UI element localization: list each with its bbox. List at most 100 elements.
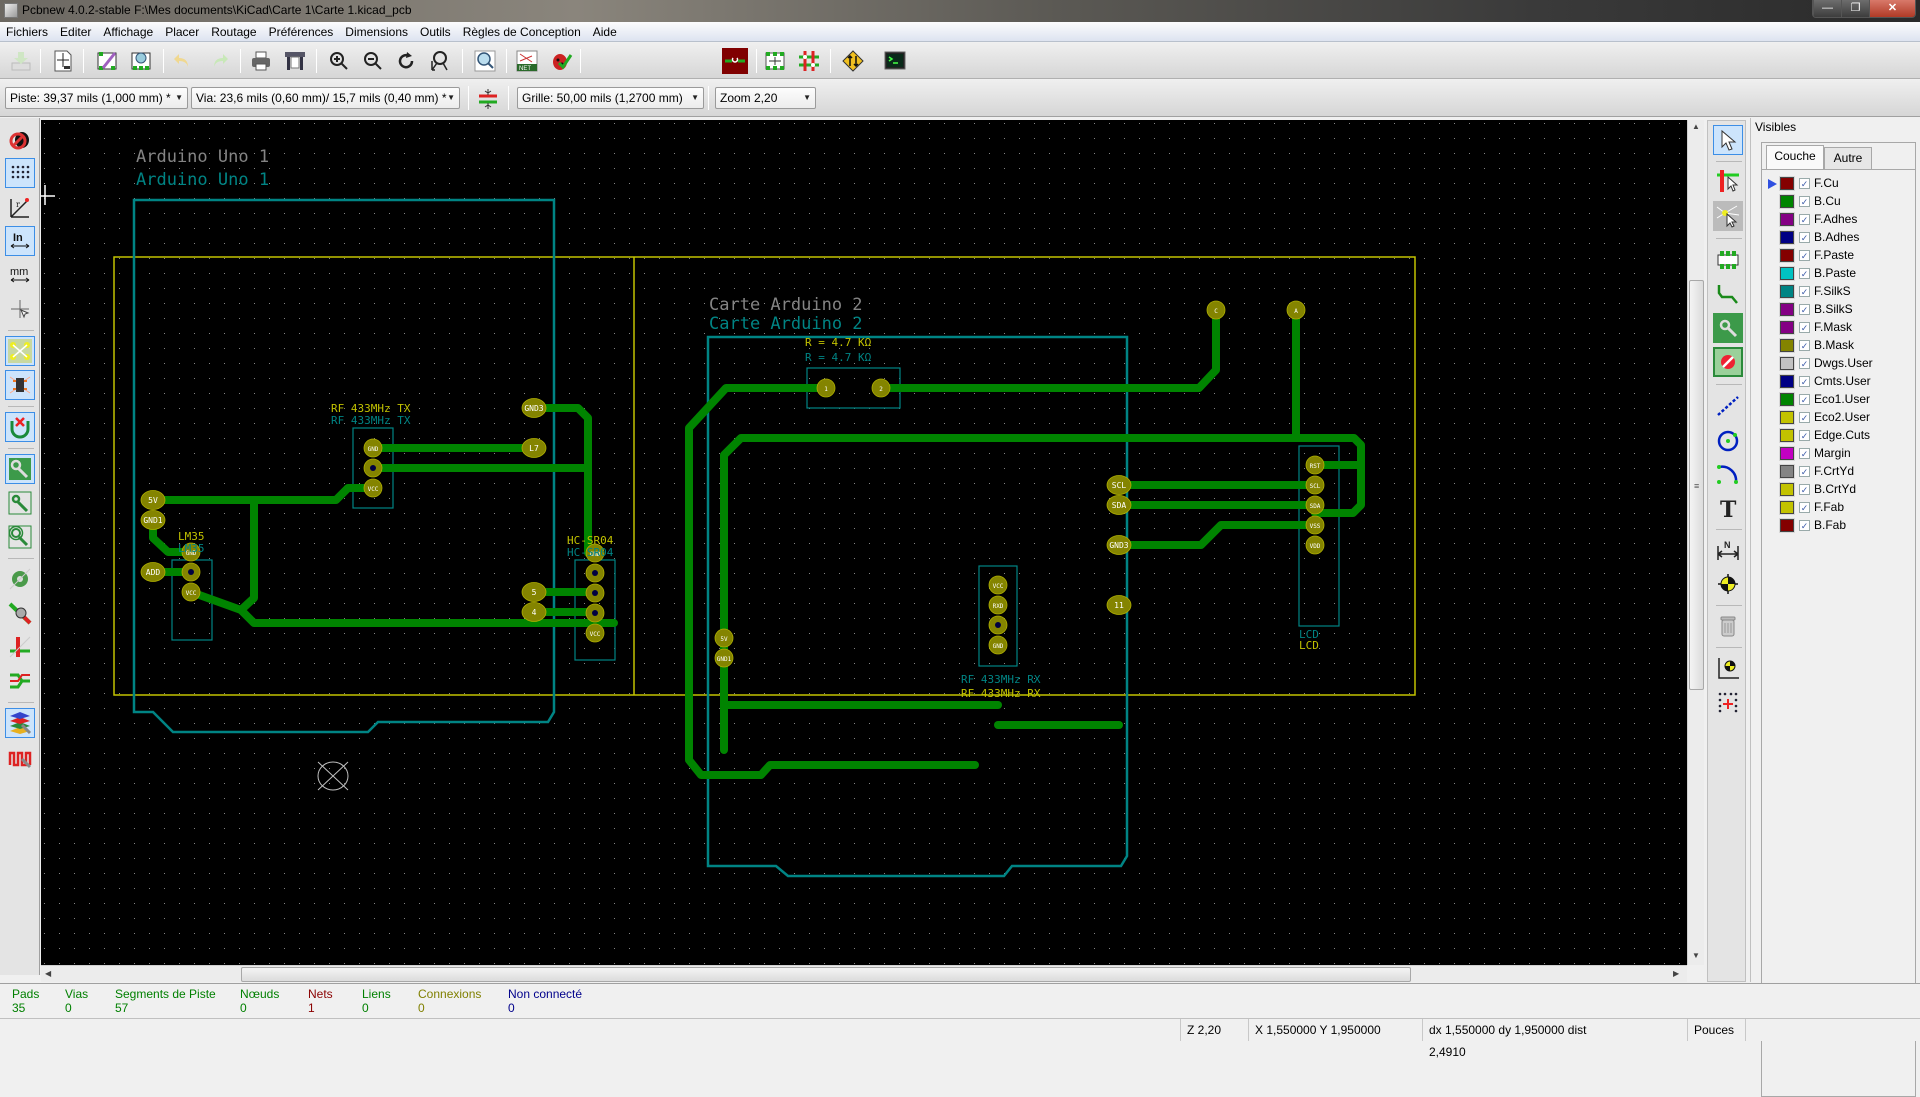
- pad[interactable]: [585, 583, 605, 603]
- layer-row-b-mask[interactable]: ✓ B.Mask: [1768, 336, 1854, 354]
- pad[interactable]: [988, 615, 1008, 635]
- pad[interactable]: 2: [871, 378, 891, 398]
- highlight-net-icon[interactable]: [1713, 166, 1743, 196]
- layer-row-f-crtyd[interactable]: ✓ F.CrtYd: [1768, 462, 1854, 480]
- zoom-fit-icon[interactable]: [427, 48, 453, 74]
- pad[interactable]: SCL: [1305, 475, 1325, 495]
- pad[interactable]: 4: [521, 602, 547, 622]
- plot-icon[interactable]: [282, 48, 308, 74]
- high-contrast-icon[interactable]: [5, 666, 35, 696]
- auto-delete-track-icon[interactable]: [5, 412, 35, 442]
- units-mm-icon[interactable]: mm: [5, 260, 35, 290]
- menu-preferences[interactable]: Préférences: [263, 22, 340, 41]
- pad[interactable]: [181, 562, 201, 582]
- zoom-in-icon[interactable]: [326, 48, 352, 74]
- pad[interactable]: SDA: [1305, 495, 1325, 515]
- add-zone-icon[interactable]: [1713, 313, 1743, 343]
- add-arc-icon[interactable]: [1713, 459, 1743, 489]
- layer-visibility-checkbox[interactable]: ✓: [1799, 393, 1810, 405]
- layer-color-swatch[interactable]: [1780, 302, 1794, 316]
- pad[interactable]: VCC: [181, 582, 201, 602]
- layer-visibility-checkbox[interactable]: ✓: [1799, 339, 1810, 351]
- layer-color-swatch[interactable]: [1780, 266, 1794, 280]
- layer-color-swatch[interactable]: [1780, 446, 1794, 460]
- layer-row-f-cu[interactable]: ✓ F.Cu: [1768, 174, 1839, 192]
- units-inch-icon[interactable]: In: [5, 226, 35, 256]
- layer-visibility-checkbox[interactable]: ✓: [1799, 249, 1810, 261]
- pad[interactable]: VSS: [1305, 515, 1325, 535]
- grid-origin-icon[interactable]: [1713, 687, 1743, 717]
- polar-coords-icon[interactable]: r: [5, 192, 35, 222]
- pcb-canvas[interactable]: 5V GND1 ADD GND VCC GND3 L7 GND VCC 5 4 GND VCC 1 2 5V G…: [41, 120, 1687, 965]
- pad[interactable]: [363, 458, 383, 478]
- add-text-icon[interactable]: T: [1713, 493, 1743, 523]
- layer-visibility-checkbox[interactable]: ✓: [1799, 231, 1810, 243]
- select-arrow-icon[interactable]: [1713, 125, 1743, 155]
- pad[interactable]: GND1: [140, 510, 166, 530]
- add-target-icon[interactable]: [1713, 569, 1743, 599]
- layer-color-swatch[interactable]: [1780, 356, 1794, 370]
- add-line-icon[interactable]: [1713, 391, 1743, 421]
- layer-row-b-cu[interactable]: ✓ B.Cu: [1768, 192, 1841, 210]
- redraw-icon[interactable]: [393, 48, 419, 74]
- pad[interactable]: [585, 603, 605, 623]
- menu-placer[interactable]: Placer: [159, 22, 205, 41]
- pad[interactable]: RXD: [988, 595, 1008, 615]
- pad[interactable]: [585, 563, 605, 583]
- pad-sketch-icon[interactable]: [5, 564, 35, 594]
- layer-visibility-checkbox[interactable]: ✓: [1799, 375, 1810, 387]
- freeroute-icon[interactable]: [840, 48, 866, 74]
- pad[interactable]: VCC: [988, 575, 1008, 595]
- horizontal-scrollbar[interactable]: ◀ ▶: [41, 965, 1687, 982]
- layer-visibility-checkbox[interactable]: ✓: [1799, 267, 1810, 279]
- print-icon[interactable]: [248, 48, 274, 74]
- layer-visibility-checkbox[interactable]: ✓: [1799, 177, 1810, 189]
- layer-row-b-adhes[interactable]: ✓ B.Adhes: [1768, 228, 1859, 246]
- add-dimension-icon[interactable]: N: [1713, 535, 1743, 565]
- ratsnest-icon[interactable]: [5, 336, 35, 366]
- pad[interactable]: GND1: [714, 648, 734, 668]
- layer-color-swatch[interactable]: [1780, 482, 1794, 496]
- scroll-up-icon[interactable]: ▲: [1692, 122, 1700, 131]
- close-button[interactable]: ✕: [1869, 0, 1915, 17]
- menu-routage[interactable]: Routage: [205, 22, 262, 41]
- layer-visibility-checkbox[interactable]: ✓: [1799, 429, 1810, 441]
- menu-regles-conception[interactable]: Règles de Conception: [457, 22, 587, 41]
- layer-row-b-silks[interactable]: ✓ B.SilkS: [1768, 300, 1853, 318]
- layer-visibility-checkbox[interactable]: ✓: [1799, 213, 1810, 225]
- local-ratsnest-icon[interactable]: [1713, 201, 1743, 231]
- pad[interactable]: GND3: [1106, 535, 1132, 555]
- drc-icon[interactable]: [548, 48, 574, 74]
- pad[interactable]: A: [1286, 300, 1306, 320]
- pad[interactable]: GND: [988, 635, 1008, 655]
- microwave-toolbar-icon[interactable]: [5, 742, 35, 772]
- layer-color-swatch[interactable]: [1780, 248, 1794, 262]
- zone-fill-icon[interactable]: [5, 454, 35, 484]
- module-ratsnest-icon[interactable]: [5, 370, 35, 400]
- page-settings-icon[interactable]: [50, 48, 76, 74]
- pad[interactable]: RST: [1305, 455, 1325, 475]
- grid-toggle-icon[interactable]: [5, 158, 35, 188]
- pad[interactable]: 11: [1106, 595, 1132, 615]
- layer-color-swatch[interactable]: [1780, 320, 1794, 334]
- layer-visibility-checkbox[interactable]: ✓: [1799, 465, 1810, 477]
- layer-visibility-checkbox[interactable]: ✓: [1799, 303, 1810, 315]
- netlist-icon[interactable]: NET: [514, 48, 540, 74]
- auto-track-width-icon[interactable]: [475, 86, 501, 112]
- layer-color-swatch[interactable]: [1780, 194, 1794, 208]
- menu-fichiers[interactable]: Fichiers: [0, 22, 54, 41]
- layer-visibility-checkbox[interactable]: ✓: [1799, 483, 1810, 495]
- delete-icon[interactable]: [1713, 611, 1743, 641]
- tab-autre[interactable]: Autre: [1824, 147, 1872, 169]
- pad[interactable]: GND: [363, 438, 383, 458]
- vertical-scroll-thumb[interactable]: ≡: [1689, 280, 1704, 690]
- grid-select[interactable]: Grille: 50,00 mils (1,2700 mm) ▼: [517, 87, 704, 109]
- layer-color-swatch[interactable]: [1780, 212, 1794, 226]
- layer-color-swatch[interactable]: [1780, 374, 1794, 388]
- zone-sketch-icon[interactable]: [5, 522, 35, 552]
- pad[interactable]: SCL: [1106, 475, 1132, 495]
- tab-couche[interactable]: Couche: [1766, 145, 1824, 169]
- set-origin-icon[interactable]: [1713, 653, 1743, 683]
- layer-pair-icon[interactable]: [722, 48, 748, 74]
- pad[interactable]: 5V: [714, 628, 734, 648]
